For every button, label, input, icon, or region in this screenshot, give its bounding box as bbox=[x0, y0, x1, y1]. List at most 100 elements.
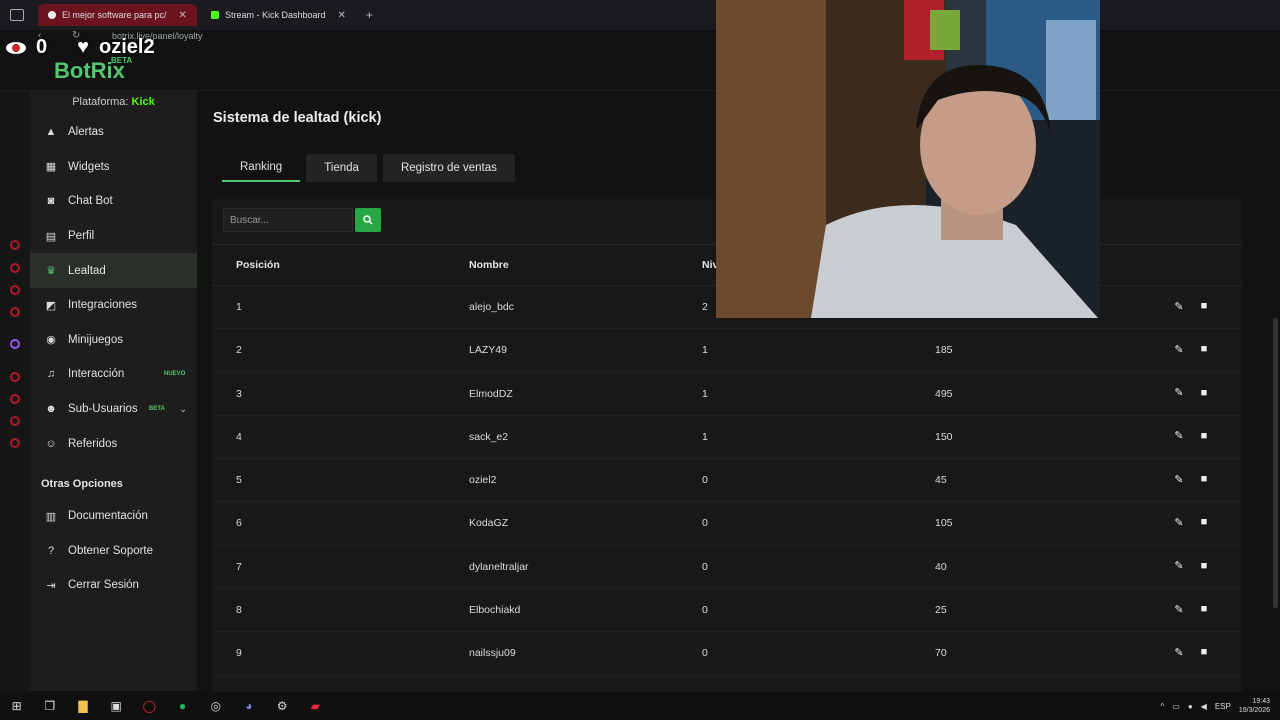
sidebar-item-label: Interacción bbox=[68, 368, 125, 381]
new-tab-icon[interactable]: + bbox=[366, 8, 373, 22]
edit-icon[interactable]: ✎ bbox=[1173, 300, 1185, 313]
column-nombre[interactable]: Nombre bbox=[469, 259, 509, 271]
edit-icon[interactable]: ✎ bbox=[1173, 560, 1185, 572]
start-icon[interactable]: ⊞ bbox=[10, 699, 24, 713]
search-button[interactable] bbox=[355, 208, 381, 232]
search-input[interactable] bbox=[223, 208, 353, 232]
sidebar-item-label: Alertas bbox=[68, 126, 104, 139]
trash-icon[interactable]: ■ bbox=[1198, 516, 1210, 528]
sidebar-item-label: Sub-Usuarios bbox=[68, 403, 138, 416]
cell-points: 45 bbox=[935, 474, 947, 487]
rail-icon[interactable] bbox=[10, 307, 20, 317]
cell-level: 0 bbox=[702, 474, 708, 487]
clock[interactable]: 19:43 19/3/2026 bbox=[1239, 697, 1270, 715]
sidebar-item-cerrar-sesion[interactable]: ⇥ Cerrar Sesión bbox=[30, 568, 197, 603]
task-view-icon[interactable]: ❐ bbox=[43, 699, 57, 713]
integrations-icon: ◩ bbox=[45, 299, 57, 312]
sidebar-item-documentacion[interactable]: ▥ Documentación bbox=[30, 499, 197, 534]
rail-icon[interactable] bbox=[10, 240, 20, 250]
sidebar-item-interaccion[interactable]: ♫ Interacción NUEVO bbox=[30, 357, 197, 392]
rail-icon[interactable] bbox=[10, 438, 20, 448]
file-explorer-icon[interactable]: ▇ bbox=[76, 699, 90, 713]
trash-icon[interactable]: ■ bbox=[1198, 430, 1210, 442]
sidebar-item-sub-usuarios[interactable]: ☻ Sub-Usuarios BETA ⌄ bbox=[30, 392, 197, 427]
cell-position: 8 bbox=[236, 604, 242, 617]
tab-registro-ventas[interactable]: Registro de ventas bbox=[382, 154, 515, 182]
settings-icon[interactable]: ⚙ bbox=[275, 699, 289, 713]
document-icon: ▥ bbox=[45, 510, 57, 523]
sidebar-item-alertas[interactable]: ▲ Alertas bbox=[30, 115, 197, 150]
tab-tienda[interactable]: Tienda bbox=[306, 154, 377, 182]
rail-icon[interactable] bbox=[10, 263, 20, 273]
trash-icon[interactable]: ■ bbox=[1198, 473, 1210, 485]
cell-level: 0 bbox=[702, 647, 708, 660]
browser-tab-kick[interactable]: Stream - Kick Dashboard ✕ bbox=[201, 4, 356, 26]
twitch-icon[interactable] bbox=[10, 339, 20, 349]
sidebar-item-label: Documentación bbox=[68, 510, 148, 523]
edit-icon[interactable]: ✎ bbox=[1173, 473, 1185, 486]
sidebar-item-soporte[interactable]: ? Obtener Soporte bbox=[30, 534, 197, 569]
page-title: Sistema de lealtad (kick) bbox=[213, 110, 382, 126]
rail-icon[interactable] bbox=[10, 394, 20, 404]
robot-icon: ◙ bbox=[47, 195, 55, 208]
sidebar-item-perfil[interactable]: ▤ Perfil bbox=[30, 219, 197, 254]
rail-icon[interactable] bbox=[10, 416, 20, 426]
rail-icon[interactable] bbox=[10, 285, 20, 295]
table-row: 4 sack_e2 1 150 ✎ ■ bbox=[212, 416, 1242, 460]
screen: El mejor software para pc/ ✕ Stream - Ki… bbox=[0, 0, 1280, 720]
trash-icon[interactable]: ■ bbox=[1198, 300, 1210, 312]
browser-tab-botrix[interactable]: El mejor software para pc/ ✕ bbox=[38, 4, 197, 26]
volume-icon[interactable]: ◀ bbox=[1201, 702, 1207, 711]
sidebar-item-label: Obtener Soporte bbox=[68, 544, 154, 557]
platform-label-text: Plataforma: bbox=[72, 96, 129, 108]
cell-name: oziel2 bbox=[469, 474, 497, 487]
trash-icon[interactable]: ■ bbox=[1198, 387, 1210, 399]
chevron-down-icon[interactable]: ⌄ bbox=[179, 404, 187, 415]
cell-level: 1 bbox=[702, 387, 708, 400]
edit-icon[interactable]: ✎ bbox=[1173, 387, 1185, 399]
edit-icon[interactable]: ✎ bbox=[1173, 516, 1185, 529]
cell-position: 5 bbox=[236, 474, 242, 487]
trash-icon[interactable]: ■ bbox=[1198, 343, 1210, 355]
obs-icon[interactable]: ◎ bbox=[209, 699, 223, 713]
window-menu-icon[interactable] bbox=[10, 9, 24, 21]
platform-label: Plataforma: Kick bbox=[30, 91, 197, 115]
edit-icon[interactable]: ✎ bbox=[1173, 646, 1185, 659]
store-icon[interactable]: ▣ bbox=[109, 699, 123, 713]
row-actions: ✎ ■ bbox=[1173, 516, 1210, 529]
column-posicion[interactable]: Posición bbox=[236, 259, 280, 271]
sidebar-item-referidos[interactable]: ☺ Referidos bbox=[30, 426, 197, 461]
edit-icon[interactable]: ✎ bbox=[1173, 430, 1185, 442]
chevron-up-icon[interactable]: ^ bbox=[1161, 702, 1165, 711]
system-tray: ^ ▭ ● ◀ ESP 19:43 19/3/2026 bbox=[1161, 697, 1271, 715]
page-scrollbar[interactable] bbox=[1273, 318, 1278, 608]
language-indicator[interactable]: ESP bbox=[1215, 702, 1231, 711]
cell-points: 150 bbox=[935, 430, 953, 443]
sidebar-item-widgets[interactable]: ▦ Widgets bbox=[30, 150, 197, 185]
sidebar-item-lealtad[interactable]: ♛ Lealtad bbox=[30, 253, 197, 288]
sidebar-item-minijuegos[interactable]: ◉ Minijuegos bbox=[30, 323, 197, 358]
rail-icon[interactable] bbox=[10, 372, 20, 382]
discord-icon[interactable]: ◕ bbox=[242, 699, 256, 713]
sidebar-item-integraciones[interactable]: ◩ Integraciones bbox=[30, 288, 197, 323]
sidebar-item-label: Cerrar Sesión bbox=[68, 579, 139, 592]
cell-name: Elbochiakd bbox=[469, 604, 521, 617]
tab-ranking[interactable]: Ranking bbox=[222, 154, 301, 182]
cell-name: dylaneltraljar bbox=[469, 560, 529, 573]
trash-icon[interactable]: ■ bbox=[1198, 603, 1210, 615]
edit-icon[interactable]: ✎ bbox=[1173, 603, 1185, 616]
close-icon[interactable]: ✕ bbox=[337, 10, 345, 21]
app-icon[interactable]: ▰ bbox=[308, 699, 322, 713]
edit-icon[interactable]: ✎ bbox=[1173, 343, 1185, 356]
close-icon[interactable]: ✕ bbox=[179, 10, 187, 21]
mic-icon[interactable]: ● bbox=[1188, 702, 1193, 711]
sidebar-item-chat-bot[interactable]: ◙ Chat Bot bbox=[30, 184, 197, 219]
row-actions: ✎ ■ bbox=[1173, 560, 1210, 573]
network-icon[interactable]: ▭ bbox=[1172, 702, 1180, 711]
trash-icon[interactable]: ■ bbox=[1198, 646, 1210, 658]
help-icon: ? bbox=[47, 544, 55, 557]
spotify-icon[interactable]: ● bbox=[176, 699, 190, 713]
trash-icon[interactable]: ■ bbox=[1198, 560, 1210, 572]
cell-points: 25 bbox=[935, 604, 947, 617]
opera-icon[interactable]: ◯ bbox=[142, 699, 156, 713]
